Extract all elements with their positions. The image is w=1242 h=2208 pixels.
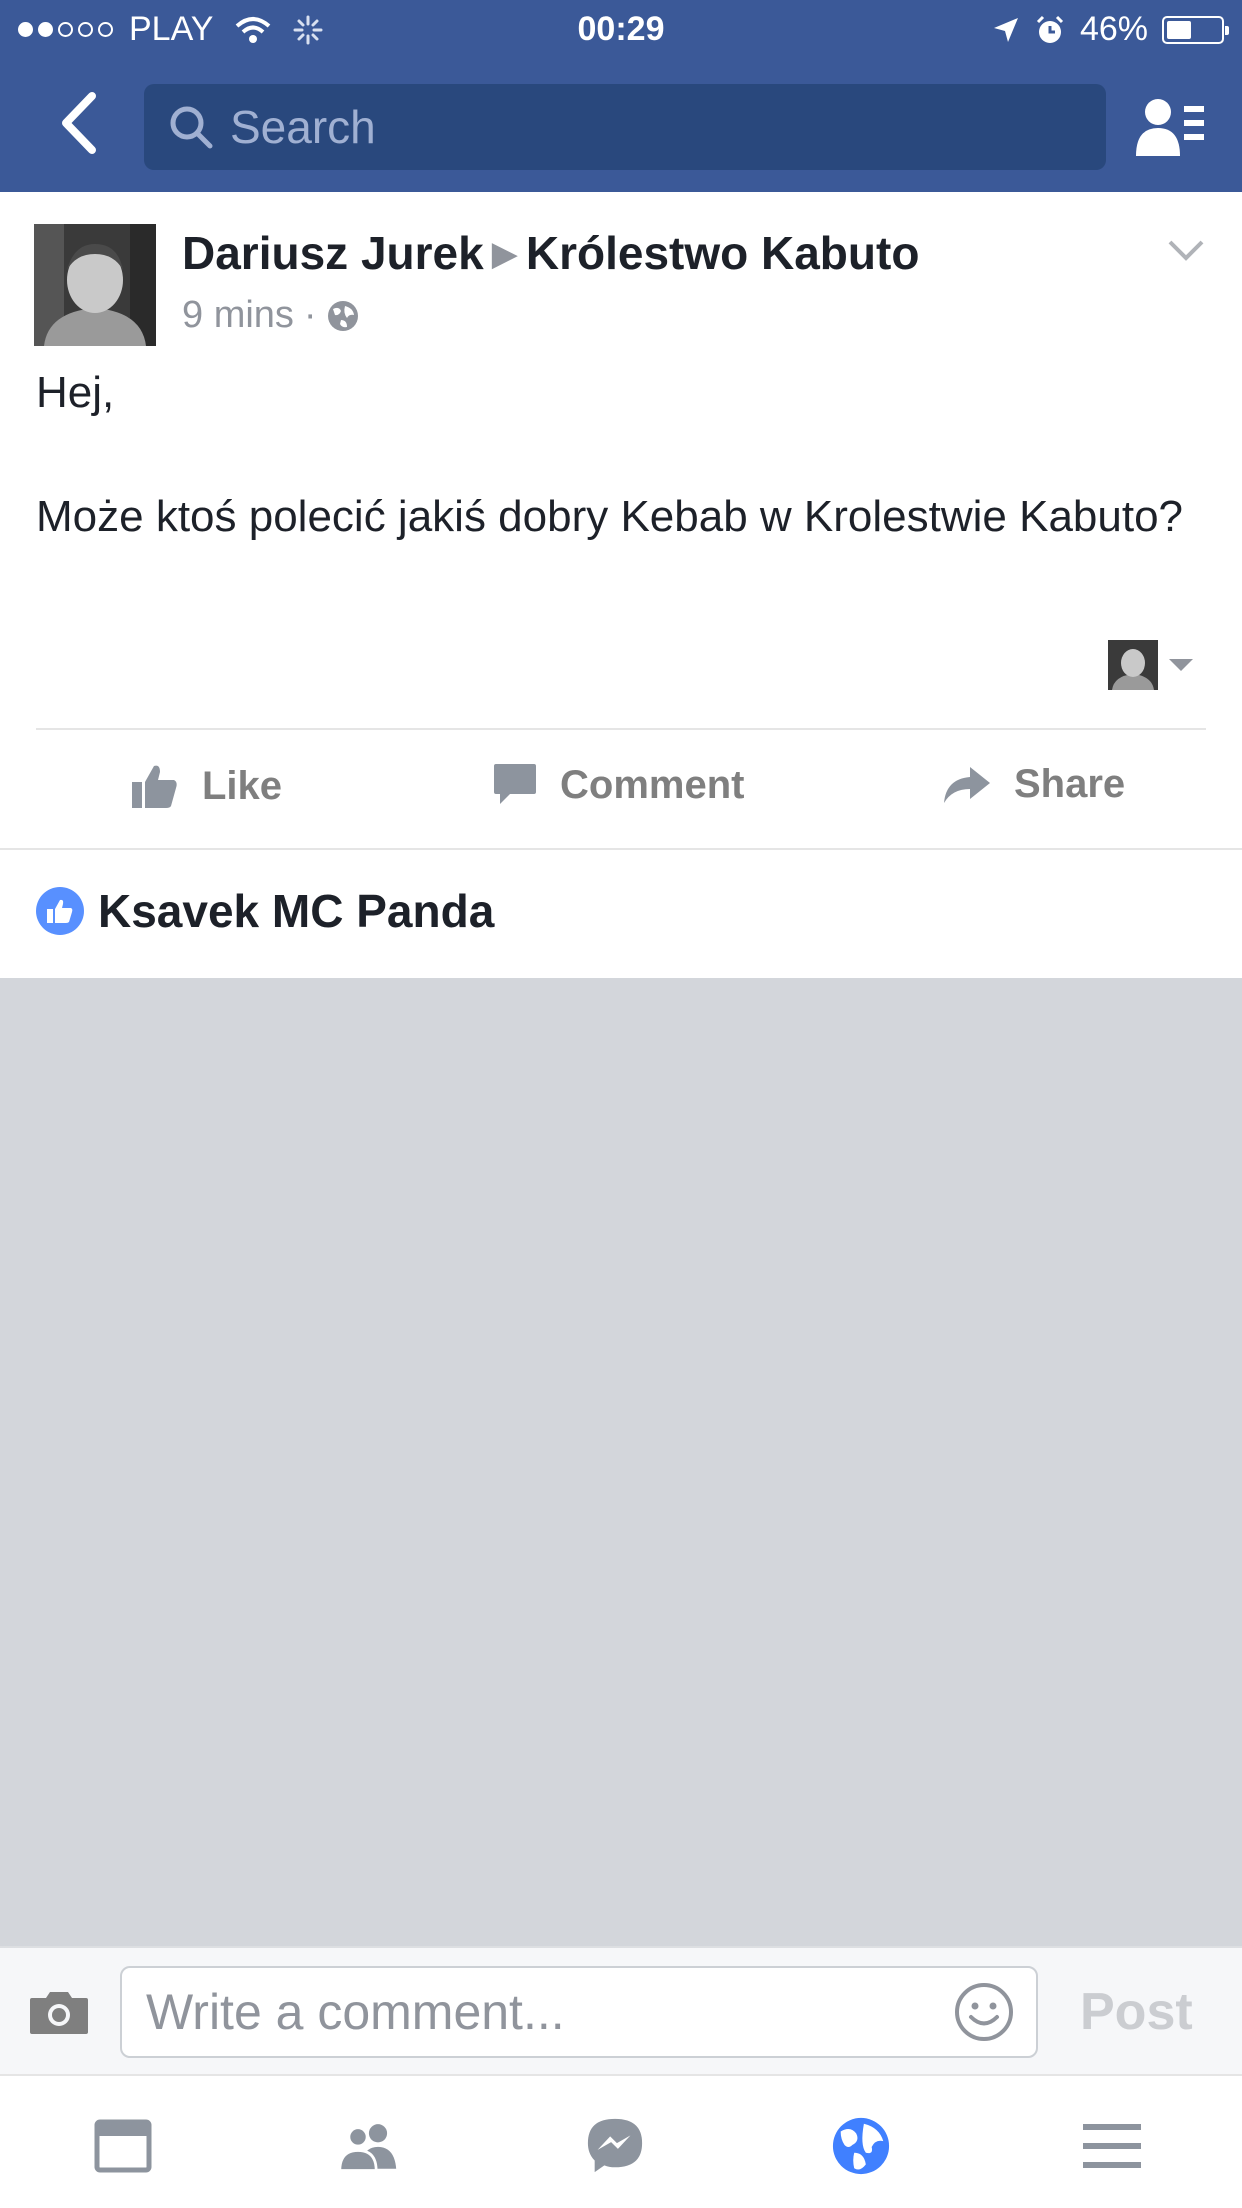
- post-text-line: Może ktoś polecić jakiś dobry Kebab w Kr…: [36, 492, 1184, 541]
- search-placeholder: Search: [230, 101, 376, 153]
- tab-friends[interactable]: [338, 2116, 398, 2176]
- tab-bar: [0, 2074, 1242, 2208]
- like-reaction-icon: [36, 887, 84, 935]
- seen-by-selector[interactable]: [1108, 640, 1194, 690]
- author-avatar[interactable]: [34, 224, 156, 346]
- likes-summary[interactable]: Ksavek MC Panda: [36, 884, 494, 938]
- divider: [36, 728, 1206, 730]
- author-name-link[interactable]: Dariusz Jurek: [182, 227, 484, 279]
- post-body: Hej, Może ktoś polecić jakiś dobry Kebab…: [36, 362, 1206, 548]
- messenger-icon: [587, 2118, 643, 2173]
- post-options-chevron-icon[interactable]: [1166, 236, 1206, 264]
- location-arrow-icon: [993, 17, 1018, 42]
- post-comment-button[interactable]: Post: [1080, 1982, 1193, 2042]
- friends-list-icon[interactable]: [1134, 96, 1206, 158]
- liker-name: Ksavek MC Panda: [98, 885, 495, 937]
- menu-icon: [1083, 2124, 1141, 2168]
- news-feed-icon: [94, 2119, 152, 2173]
- post-header-title: Dariusz Jurek ▶ Królestwo Kabuto: [182, 226, 919, 280]
- search-icon: [170, 106, 213, 149]
- back-chevron-icon[interactable]: [52, 88, 108, 158]
- emoji-smiley-icon[interactable]: [954, 1982, 1014, 2042]
- comment-placeholder: Write a comment...: [146, 1984, 565, 2040]
- divider: [0, 848, 1242, 850]
- search-input[interactable]: Search: [144, 84, 1106, 170]
- post-meta: 9 mins ·: [182, 294, 359, 337]
- meta-separator: ·: [303, 294, 317, 336]
- tab-messenger[interactable]: [585, 2116, 645, 2176]
- tab-menu[interactable]: [1082, 2116, 1142, 2176]
- to-arrow-icon: ▶: [491, 235, 518, 273]
- comment-input[interactable]: Write a comment...: [120, 1966, 1038, 2058]
- tab-notifications[interactable]: [831, 2116, 891, 2176]
- thumbs-up-icon: [132, 765, 177, 808]
- post-timestamp[interactable]: 9 mins: [182, 294, 294, 337]
- comment-button[interactable]: Comment: [492, 762, 744, 808]
- group-name-link[interactable]: Królestwo Kabuto: [526, 227, 920, 279]
- top-bar: PLAY 00:29 46% Search: [0, 0, 1242, 192]
- like-label: Like: [202, 763, 283, 808]
- notifications-globe-icon: [832, 2117, 890, 2175]
- post-actions: Like Comment Share: [0, 740, 1242, 844]
- status-bar: PLAY 00:29 46%: [0, 0, 1242, 62]
- battery-icon: [1162, 15, 1229, 44]
- caret-down-icon: [1169, 659, 1193, 671]
- comment-composer: Write a comment... Post: [0, 1946, 1242, 2074]
- comments-area: [0, 978, 1242, 1946]
- share-button[interactable]: Share: [942, 762, 1125, 807]
- viewer-avatar: [1108, 640, 1158, 690]
- avatar-photo: [34, 224, 156, 346]
- share-label: Share: [1014, 762, 1126, 806]
- camera-icon[interactable]: [28, 1988, 90, 2036]
- comment-label: Comment: [560, 762, 745, 807]
- post-text-line: Hej,: [36, 368, 115, 417]
- speech-bubble-icon: [494, 764, 536, 804]
- globe-icon: [327, 300, 358, 331]
- alarm-clock-icon: [1036, 15, 1063, 43]
- friends-icon: [338, 2124, 397, 2172]
- share-arrow-icon: [944, 766, 990, 803]
- like-button[interactable]: Like: [130, 762, 282, 810]
- battery-percent: 46%: [1079, 10, 1148, 48]
- tab-news-feed[interactable]: [93, 2116, 153, 2176]
- post-text-blank: [36, 424, 1206, 486]
